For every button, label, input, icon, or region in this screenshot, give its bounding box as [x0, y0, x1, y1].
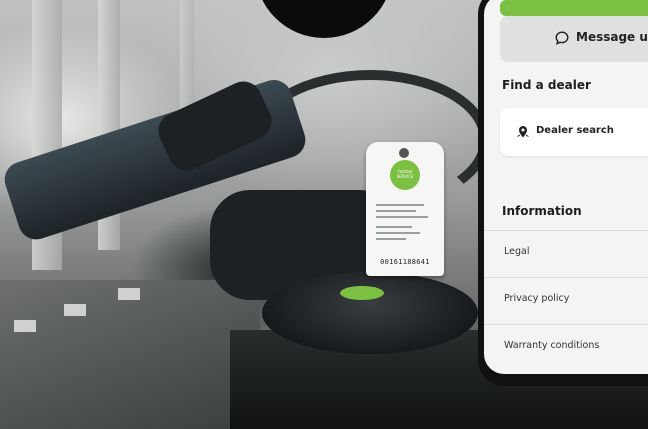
tag-text-line — [376, 204, 424, 206]
message-us-label: Message u — [576, 30, 648, 44]
info-item-label: Warranty conditions — [504, 340, 600, 351]
info-item-warranty-conditions[interactable]: Warranty conditions — [484, 324, 648, 371]
info-item-privacy-policy[interactable]: Privacy policy — [484, 277, 648, 324]
tag-text-line — [376, 226, 412, 228]
primary-action-button[interactable] — [500, 0, 648, 16]
crate-slot — [64, 304, 86, 316]
find-dealer-heading: Find a dealer — [502, 78, 591, 92]
chat-bubble-icon — [555, 31, 569, 45]
tag-text-line — [376, 238, 406, 240]
dark-circle-shape — [255, 0, 393, 38]
tag-hole — [399, 148, 409, 158]
info-item-label: Legal — [504, 246, 530, 257]
tag-text-line — [376, 210, 416, 212]
information-heading: Information — [502, 204, 582, 218]
info-item-label: Privacy policy — [504, 293, 570, 304]
tag-serial: 00161188641 — [380, 258, 430, 266]
dealer-search-button[interactable]: Dealer search — [500, 108, 648, 156]
phone-frame: Message u Find a dealer Dealer search In… — [478, 0, 648, 386]
crate-slot — [118, 288, 140, 300]
service-badge: Festool SERVICE — [390, 160, 420, 190]
sanding-plate — [262, 272, 478, 354]
phone-screen: Message u Find a dealer Dealer search In… — [484, 0, 648, 374]
service-tag: Festool SERVICE 00161188641 — [366, 142, 444, 276]
crate-slot — [14, 320, 36, 332]
badge-text: Festool SERVICE — [396, 169, 414, 179]
tag-text-line — [376, 216, 428, 218]
location-pin-icon — [517, 126, 529, 138]
info-item-legal[interactable]: Legal — [484, 230, 648, 277]
message-us-button[interactable]: Message u — [500, 16, 648, 62]
tag-text-line — [376, 232, 420, 234]
dealer-search-label: Dealer search — [536, 125, 614, 136]
green-logo-dot — [340, 286, 384, 300]
plastic-crate — [0, 280, 260, 429]
